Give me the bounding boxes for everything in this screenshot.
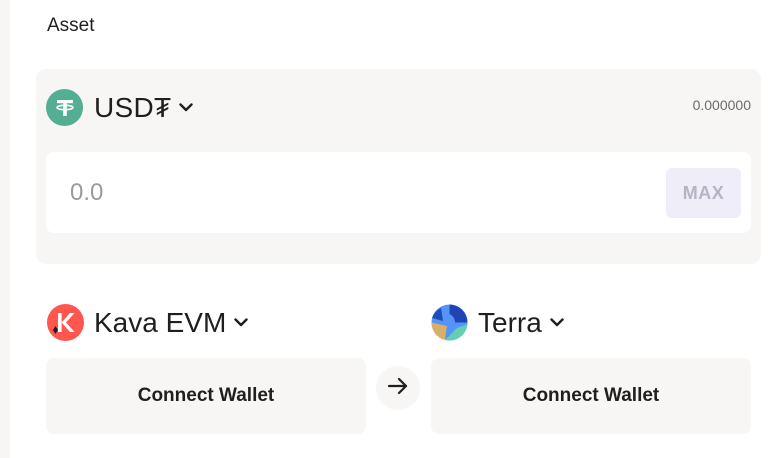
- kava-icon: [47, 304, 84, 341]
- amount-field-container: MAX: [46, 152, 751, 233]
- tether-icon: [46, 89, 83, 126]
- source-connect-wallet-label: Connect Wallet: [137, 385, 275, 406]
- arrow-right-icon: [387, 377, 409, 400]
- token-name: USD₮: [94, 91, 172, 123]
- source-connect-wallet-button[interactable]: Connect Wallet: [46, 358, 366, 434]
- destination-connect-wallet-button[interactable]: Connect Wallet: [431, 358, 751, 434]
- asset-card: USD₮ 0.000000 MAX: [36, 69, 761, 264]
- source-chain-selector[interactable]: Kava EVM: [47, 304, 248, 341]
- destination-connect-wallet-label: Connect Wallet: [522, 385, 660, 406]
- chevron-down-icon: [550, 318, 564, 328]
- destination-chain-selector[interactable]: Terra: [431, 304, 564, 341]
- destination-chain-name: Terra: [478, 306, 542, 338]
- max-button[interactable]: MAX: [666, 168, 741, 218]
- token-balance: 0.000000: [692, 97, 751, 113]
- token-selector[interactable]: USD₮: [46, 89, 194, 126]
- chevron-down-icon: [179, 103, 194, 113]
- asset-section-label: Asset: [47, 15, 95, 36]
- left-panel-edge: [0, 0, 10, 458]
- chevron-down-icon: [234, 318, 248, 328]
- amount-input[interactable]: [68, 174, 632, 212]
- source-chain-name: Kava EVM: [94, 306, 227, 338]
- swap-direction-button[interactable]: [376, 366, 420, 410]
- terra-icon: [431, 304, 468, 341]
